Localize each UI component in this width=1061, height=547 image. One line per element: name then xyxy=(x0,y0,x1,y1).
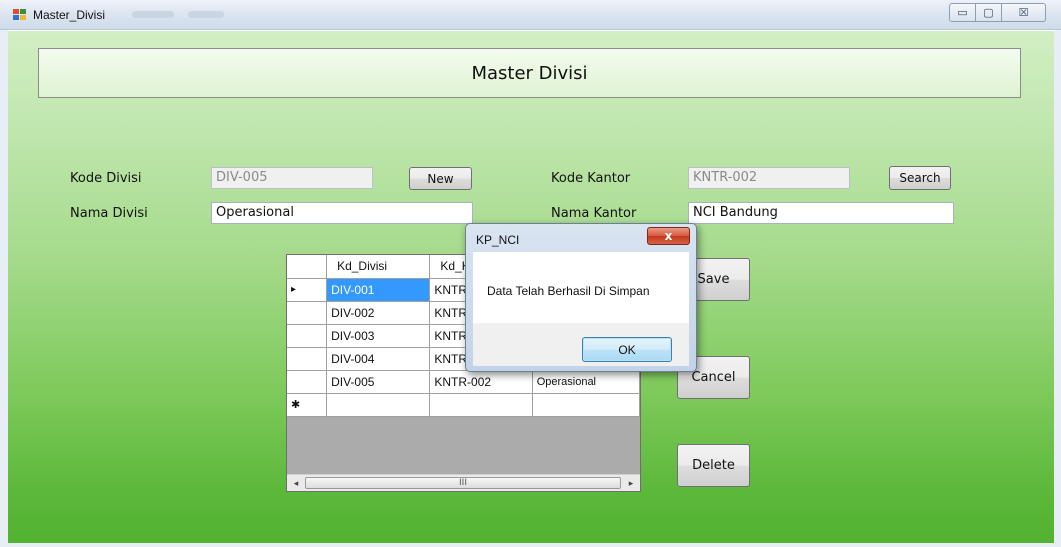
header-panel: Master Divisi xyxy=(38,48,1021,98)
row-header[interactable] xyxy=(287,370,328,394)
message-dialog: KP_NCI x Data Telah Berhasil Di Simpan O… xyxy=(465,223,697,372)
page-title: Master Divisi xyxy=(471,62,588,84)
close-button[interactable]: ☒ xyxy=(1001,3,1046,22)
menu-item-blurred-1[interactable] xyxy=(132,11,174,18)
horizontal-scrollbar[interactable]: ◂ III ▸ xyxy=(287,474,640,491)
window-title: Master_Divisi xyxy=(33,8,106,22)
current-row-indicator[interactable]: ▸ xyxy=(287,278,328,302)
grid-cell[interactable]: DIV-004 xyxy=(326,347,431,371)
grid-cell[interactable]: DIV-001 xyxy=(326,278,431,302)
delete-button[interactable]: Delete xyxy=(677,444,750,487)
scrollbar-thumb[interactable]: III xyxy=(305,477,621,489)
kode-divisi-field[interactable]: DIV-005 xyxy=(211,167,373,189)
window-frame-right xyxy=(1054,30,1061,547)
ok-button[interactable]: OK xyxy=(582,337,672,362)
dialog-close-button[interactable]: x xyxy=(647,227,690,245)
menu-item-blurred-2[interactable] xyxy=(188,11,224,18)
grid-cell[interactable]: DIV-005 xyxy=(326,370,431,394)
nama-divisi-label: Nama Divisi xyxy=(70,206,148,221)
grid-cell[interactable]: DIV-003 xyxy=(326,324,431,348)
app-icon xyxy=(13,9,27,22)
column-header-kd-divisi[interactable]: Kd_Divisi xyxy=(326,255,431,279)
grid-cell[interactable] xyxy=(532,393,641,417)
kode-kantor-field[interactable]: KNTR-002 xyxy=(688,167,850,189)
row-header-corner xyxy=(287,255,328,279)
scroll-right-arrow-icon[interactable]: ▸ xyxy=(624,477,638,490)
dialog-title: KP_NCI xyxy=(476,233,520,247)
row-header[interactable] xyxy=(287,324,328,348)
new-button[interactable]: New xyxy=(409,167,472,190)
kode-divisi-label: Kode Divisi xyxy=(70,171,142,186)
search-button[interactable]: Search xyxy=(889,166,951,190)
grid-cell[interactable] xyxy=(429,393,533,417)
grid-cell[interactable]: Operasional xyxy=(532,370,641,394)
grid-cell[interactable]: DIV-002 xyxy=(326,301,431,325)
nama-divisi-field[interactable]: Operasional xyxy=(211,202,473,224)
scroll-left-arrow-icon[interactable]: ◂ xyxy=(289,477,303,490)
minimize-button[interactable]: ▭ xyxy=(949,3,976,22)
kode-kantor-label: Kode Kantor xyxy=(551,171,631,186)
nama-kantor-label: Nama Kantor xyxy=(551,206,637,221)
grid-cell[interactable]: KNTR-002 xyxy=(429,370,533,394)
new-row-indicator[interactable]: ✱ xyxy=(287,393,328,417)
row-header[interactable] xyxy=(287,301,328,325)
row-header[interactable] xyxy=(287,347,328,371)
title-bar: Master_Divisi ▭ ▢ ☒ xyxy=(0,0,1061,30)
window-frame-bottom xyxy=(0,543,1061,547)
table-row[interactable]: DIV-005 KNTR-002 Operasional xyxy=(287,370,641,394)
nama-kantor-field[interactable]: NCI Bandung xyxy=(688,202,954,224)
window-controls: ▭ ▢ ☒ xyxy=(949,3,1046,22)
grid-cell[interactable] xyxy=(326,393,431,417)
dialog-message: Data Telah Berhasil Di Simpan xyxy=(487,284,650,298)
new-row[interactable]: ✱ xyxy=(287,393,641,417)
maximize-button[interactable]: ▢ xyxy=(975,3,1002,22)
window-frame-left xyxy=(0,30,8,547)
